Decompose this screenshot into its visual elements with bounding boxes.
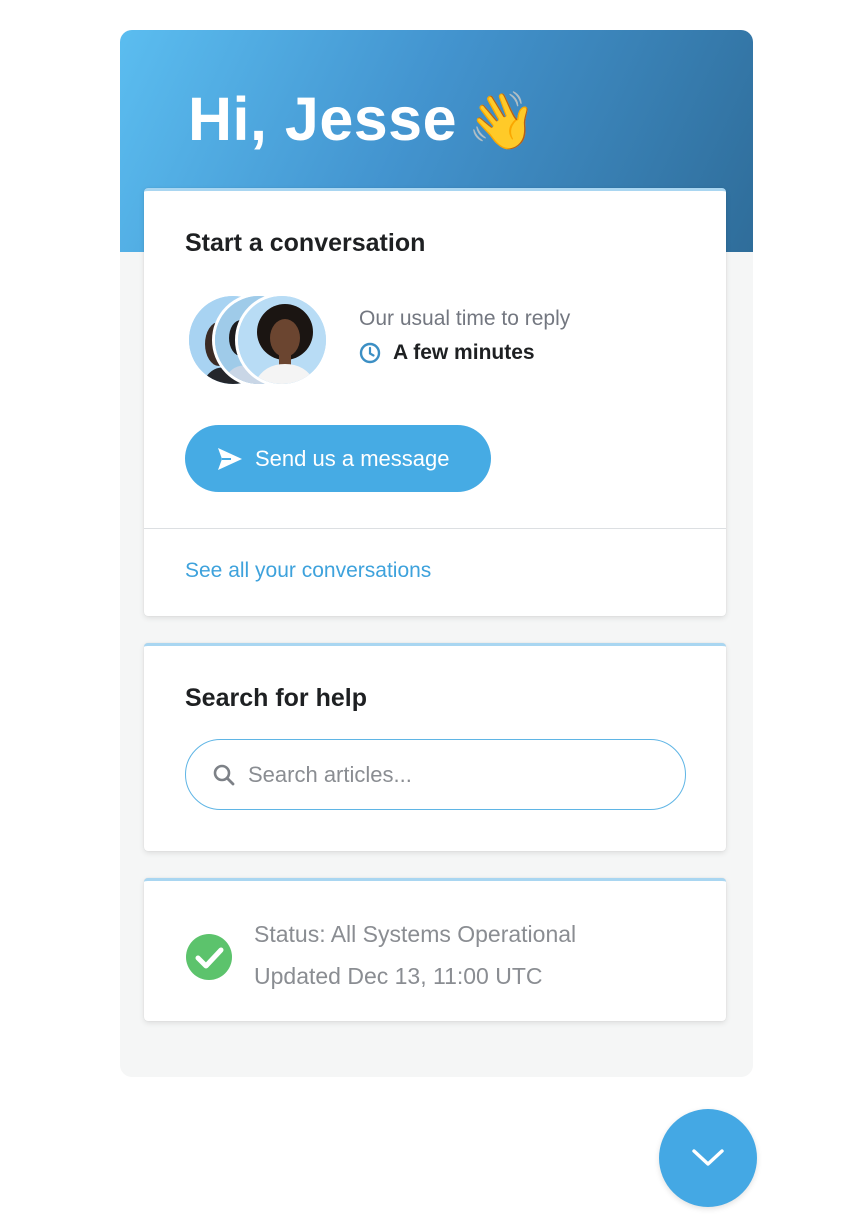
see-all-conversations-link[interactable]: See all your conversations: [185, 559, 431, 583]
clock-icon: [359, 342, 381, 364]
avatar: [235, 293, 329, 387]
divider: [144, 528, 726, 529]
reply-time-value: A few minutes: [359, 341, 535, 365]
reply-time-label: Our usual time to reply: [359, 307, 571, 330]
reply-time-text: A few minutes: [393, 341, 535, 364]
search-articles-field[interactable]: [185, 739, 686, 810]
close-launcher-button[interactable]: [659, 1109, 757, 1207]
waving-hand-icon: 👋: [467, 89, 538, 154]
status-updated-text: Updated Dec 13, 11:00 UTC: [254, 963, 543, 989]
check-circle-icon: [186, 934, 232, 980]
search-icon: [213, 764, 235, 785]
send-message-label: Send us a message: [255, 445, 450, 471]
team-avatars: [186, 293, 336, 389]
search-help-title: Search for help: [185, 684, 367, 712]
start-conversation-card: Start a conversation Our usual time to r…: [144, 188, 726, 616]
greeting-heading: Hi, Jesse 👋: [188, 84, 537, 154]
greeting-text: Hi, Jesse: [188, 85, 458, 153]
start-conversation-title: Start a conversation: [185, 229, 426, 257]
status-card: Status: All Systems Operational Updated …: [144, 878, 726, 1021]
send-message-button[interactable]: Send us a message: [185, 425, 491, 492]
status-text: Status: All Systems Operational: [254, 921, 577, 947]
search-help-card: Search for help: [144, 643, 726, 851]
search-input[interactable]: [248, 761, 668, 788]
chevron-down-icon: [692, 1149, 724, 1166]
paper-plane-icon: [218, 447, 242, 470]
